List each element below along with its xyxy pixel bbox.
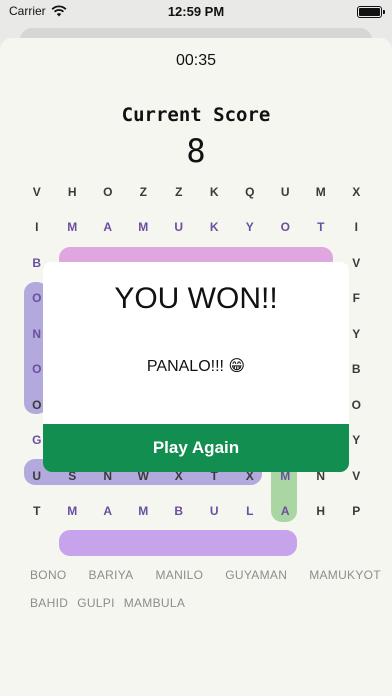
grid-cell[interactable]: O bbox=[268, 210, 304, 246]
grid-cell[interactable]: O bbox=[90, 174, 126, 210]
word-list: BONO BARIYA MANILO GUYAMAN MAMUKYOT BAHI… bbox=[30, 568, 381, 610]
grid-cell[interactable]: M bbox=[126, 210, 162, 246]
grid-cell[interactable]: Y bbox=[232, 210, 268, 246]
word-item: MAMBULA bbox=[123, 596, 186, 610]
grid-cell[interactable]: I bbox=[339, 210, 375, 246]
grid-cell[interactable]: U bbox=[268, 174, 304, 210]
grid-cell[interactable]: M bbox=[55, 494, 91, 530]
grid-cell[interactable]: B bbox=[161, 494, 197, 530]
word-list-row: BONO BARIYA MANILO GUYAMAN MAMUKYOT bbox=[30, 568, 381, 582]
battery-icon bbox=[357, 6, 385, 18]
score-label: Current Score bbox=[121, 104, 271, 126]
word-item: MANILO bbox=[155, 568, 204, 582]
word-item: BARIYA bbox=[88, 568, 134, 582]
grid-cell[interactable]: Z bbox=[126, 174, 162, 210]
grid-cell[interactable]: A bbox=[90, 494, 126, 530]
grid-cell[interactable]: M bbox=[303, 174, 339, 210]
status-bar: Carrier 12:59 PM bbox=[0, 0, 392, 24]
grid-cell[interactable]: P bbox=[339, 494, 375, 530]
grid-cell[interactable]: H bbox=[303, 494, 339, 530]
grid-cell[interactable]: T bbox=[303, 210, 339, 246]
word-item: BONO bbox=[30, 568, 67, 582]
grid-cell[interactable]: K bbox=[197, 174, 233, 210]
grid-cell[interactable]: X bbox=[339, 174, 375, 210]
grid-cell[interactable]: U bbox=[197, 494, 233, 530]
grid-cell[interactable]: T bbox=[19, 494, 55, 530]
score-value: 8 bbox=[186, 132, 206, 170]
grid-cell[interactable]: L bbox=[232, 494, 268, 530]
grid-cell[interactable]: A bbox=[268, 494, 304, 530]
grid-cell[interactable]: M bbox=[126, 494, 162, 530]
found-word-highlight bbox=[59, 530, 297, 556]
timer: 00:35 bbox=[175, 52, 217, 69]
grid-cell[interactable]: V bbox=[19, 174, 55, 210]
play-again-button[interactable]: Play Again bbox=[43, 424, 349, 472]
word-item: BAHID bbox=[30, 596, 69, 610]
win-title: YOU WON!! bbox=[114, 282, 278, 315]
clock: 12:59 PM bbox=[167, 4, 225, 19]
word-item: GULPI bbox=[77, 596, 115, 610]
grid-cell[interactable]: K bbox=[197, 210, 233, 246]
grid-cell[interactable]: U bbox=[161, 210, 197, 246]
word-list-row: BAHID GULPI MAMBULA bbox=[30, 596, 370, 610]
word-item: MAMUKYOT bbox=[309, 568, 381, 582]
grid-cell[interactable]: Q bbox=[232, 174, 268, 210]
word-item: GUYAMAN bbox=[225, 568, 288, 582]
grid-cell[interactable]: M bbox=[55, 210, 91, 246]
win-dialog: YOU WON!! PANALO!!! 😁 Play Again bbox=[43, 262, 349, 472]
grid-cell[interactable]: I bbox=[19, 210, 55, 246]
win-message: PANALO!!! 😁 bbox=[146, 358, 246, 375]
grid-cell[interactable]: A bbox=[90, 210, 126, 246]
grid-cell[interactable]: Z bbox=[161, 174, 197, 210]
grid-cell[interactable]: H bbox=[55, 174, 91, 210]
